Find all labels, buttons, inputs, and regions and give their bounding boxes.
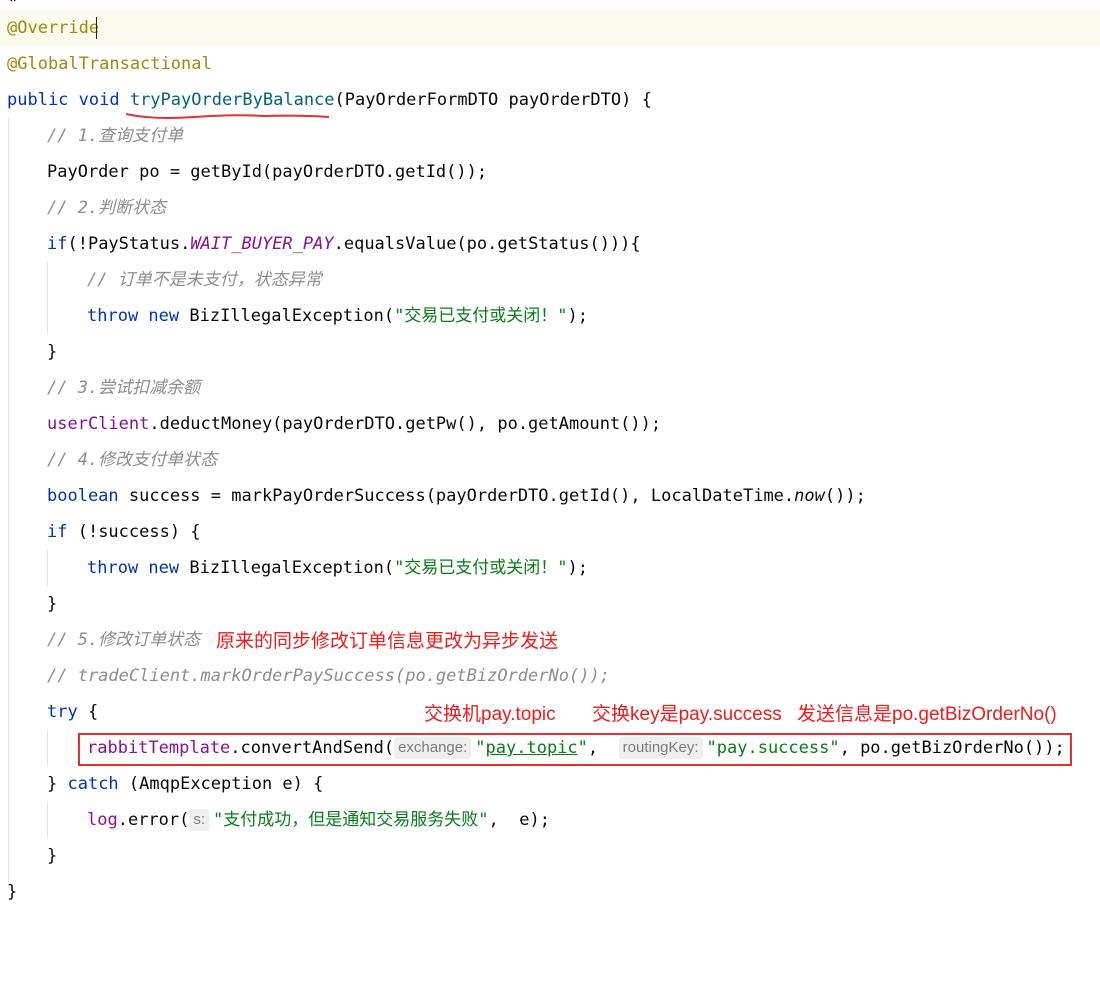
- expression: (!PayStatus.: [67, 234, 191, 254]
- code-line[interactable]: if (!success) {: [0, 514, 1100, 550]
- field-reference: userClient: [47, 414, 150, 434]
- code-line[interactable]: throw new BizIllegalException("交易已支付或关闭！…: [0, 550, 1100, 586]
- method-params: (PayOrderFormDTO payOrderDTO) {: [334, 90, 652, 110]
- keyword: boolean: [47, 486, 129, 506]
- code-line[interactable]: // 3.尝试扣减余额: [0, 370, 1100, 406]
- comment: // 1.查询支付单: [47, 126, 184, 146]
- keyword: catch: [67, 774, 129, 794]
- throw-statement: throw new BizIllegalException("交易已支付或关闭！…: [87, 298, 588, 334]
- keyword: throw new: [87, 558, 190, 578]
- red-annotation-async: 原来的同步修改订单信息更改为异步发送: [216, 631, 559, 652]
- method-name: tryPayOrderByBalance: [129, 90, 335, 110]
- expression: {: [87, 702, 99, 722]
- keyword: throw new: [87, 306, 190, 326]
- annotation-global-transactional: @GlobalTransactional: [7, 54, 212, 74]
- static-method-call: now: [794, 486, 825, 506]
- code-line[interactable]: }: [0, 838, 1100, 874]
- comment: // 3.尝试扣减余额: [47, 378, 201, 398]
- statement: PayOrder po = getById(payOrderDTO.getId(…: [47, 162, 488, 182]
- enum-constant: WAIT_BUYER_PAY: [190, 234, 334, 254]
- keyword: if: [47, 522, 78, 542]
- parameter-hint: s:: [189, 809, 210, 831]
- expression: );: [567, 558, 589, 578]
- throw-statement: throw new BizIllegalException("交易已支付或关闭！…: [87, 550, 588, 586]
- code-line[interactable]: // 1.查询支付单: [0, 118, 1100, 154]
- red-annotation-exchange: 交换机pay.topic: [424, 704, 556, 725]
- try-statement: try {: [47, 694, 98, 730]
- expression: , e);: [488, 810, 550, 830]
- expression: .equalsValue(po.getStatus())){: [333, 234, 641, 254]
- code-line[interactable]: @GlobalTransactional: [0, 46, 1100, 82]
- comment: // 5.修改订单状态: [47, 630, 201, 650]
- expression: (!success) {: [77, 522, 201, 542]
- code-line[interactable]: @Override: [0, 10, 1100, 46]
- if-statement: if (!success) {: [47, 514, 201, 550]
- expression: BizIllegalException(: [189, 558, 395, 578]
- code-line[interactable]: userClient.deductMoney(payOrderDTO.getPw…: [0, 406, 1100, 442]
- code-line[interactable]: // 2.判断状态: [0, 190, 1100, 226]
- statement: userClient.deductMoney(payOrderDTO.getPw…: [47, 406, 661, 442]
- expression: );: [567, 306, 589, 326]
- code-line[interactable]: boolean success = markPayOrderSuccess(pa…: [0, 478, 1100, 514]
- code-line[interactable]: // tradeClient.markOrderPaySuccess(po.ge…: [0, 658, 1100, 694]
- expression: }: [47, 774, 68, 794]
- field-reference: log: [87, 810, 118, 830]
- comment: // 2.判断状态: [47, 198, 167, 218]
- code-line[interactable]: if(!PayStatus.WAIT_BUYER_PAY.equalsValue…: [0, 226, 1100, 262]
- code-line[interactable]: // 订单不是未支付，状态异常: [0, 262, 1100, 298]
- string-literal: "交易已支付或关闭！": [394, 558, 568, 578]
- expression: .deductMoney(payOrderDTO.getPw(), po.get…: [149, 414, 662, 434]
- code-line[interactable]: PayOrder po = getById(payOrderDTO.getId(…: [0, 154, 1100, 190]
- statement: boolean success = markPayOrderSuccess(pa…: [47, 478, 866, 514]
- string-literal: "支付成功，但是通知交易服务失败": [213, 810, 489, 830]
- red-annotation-message: 发送信息是po.getBizOrderNo(): [797, 704, 1057, 725]
- expression: BizIllegalException(: [189, 306, 395, 326]
- expression: ());: [824, 486, 866, 506]
- keyword: if: [47, 234, 68, 254]
- closing-brace: }: [47, 846, 58, 866]
- expression: success = markPayOrderSuccess(payOrderDT…: [128, 486, 795, 506]
- code-editor[interactable]: " @Override @GlobalTransactional public …: [0, 0, 1100, 913]
- closing-brace: }: [7, 882, 18, 902]
- string-literal: "交易已支付或关闭！": [394, 306, 568, 326]
- comment: // 4.修改支付单状态: [47, 450, 218, 470]
- code-line[interactable]: }: [0, 334, 1100, 370]
- code-line[interactable]: throw new BizIllegalException("交易已支付或关闭！…: [0, 298, 1100, 334]
- catch-statement: } catch (AmqpException e) {: [47, 766, 323, 802]
- annotation-override: @Override: [7, 18, 100, 38]
- if-statement: if(!PayStatus.WAIT_BUYER_PAY.equalsValue…: [47, 226, 641, 262]
- expression: .error(: [117, 810, 190, 830]
- closing-brace: }: [47, 594, 58, 614]
- code-line[interactable]: } catch (AmqpException e) {: [0, 766, 1100, 802]
- code-line[interactable]: }: [0, 586, 1100, 622]
- log-error-call: log.error(s: "支付成功，但是通知交易服务失败", e);: [87, 802, 550, 838]
- comment: // 订单不是未支付，状态异常: [87, 270, 322, 290]
- keyword: try: [47, 702, 88, 722]
- code-line[interactable]: }: [0, 874, 1100, 910]
- expression: (AmqpException e) {: [128, 774, 324, 794]
- text-caret: [96, 17, 97, 39]
- code-line[interactable]: // 4.修改支付单状态: [0, 442, 1100, 478]
- closing-brace: }: [47, 342, 58, 362]
- keyword: public void: [7, 90, 130, 110]
- red-annotation-routing-key: 交换key是pay.success: [592, 704, 782, 725]
- red-highlight-box: [78, 733, 1072, 766]
- comment: // tradeClient.markOrderPaySuccess(po.ge…: [47, 666, 610, 686]
- code-line[interactable]: log.error(s: "支付成功，但是通知交易服务失败", e);: [0, 802, 1100, 838]
